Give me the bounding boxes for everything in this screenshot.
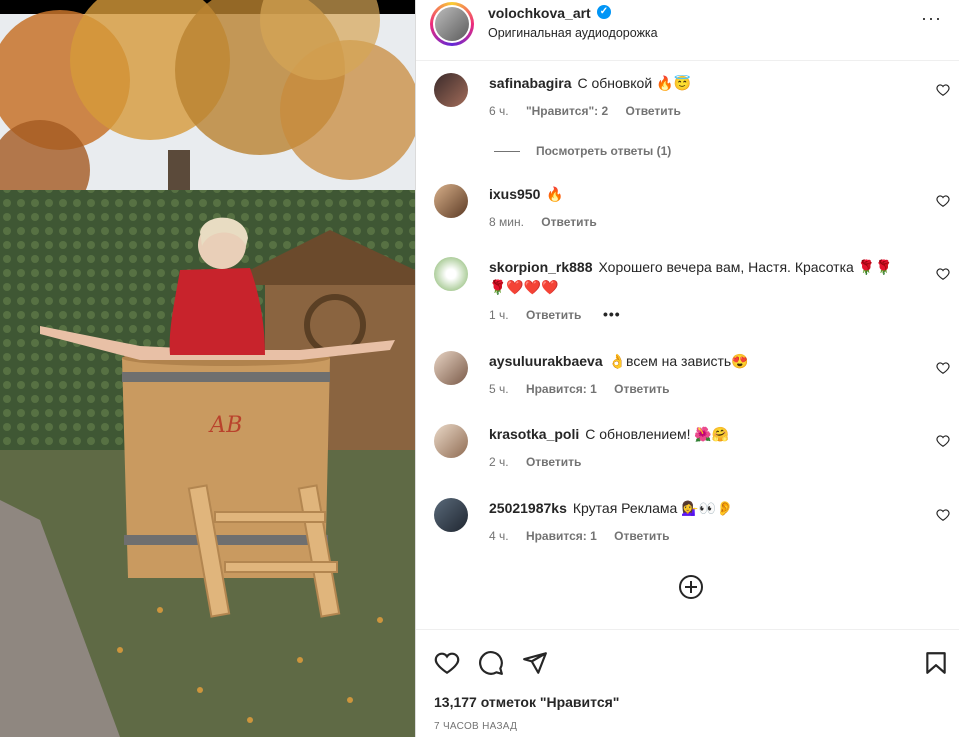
view-replies-button[interactable]: Посмотреть ответы (1)	[494, 144, 671, 158]
commenter-avatar[interactable]	[434, 351, 468, 385]
commenter-avatar[interactable]	[434, 184, 468, 218]
post-header: volochkova_art ✓ Оригинальная аудиодорож…	[416, 0, 959, 61]
reply-button[interactable]: Ответить	[526, 455, 581, 469]
likes-count[interactable]: 13,177 отметок "Нравится"	[434, 694, 619, 710]
save-bookmark-icon[interactable]	[923, 650, 949, 676]
like-comment-heart-icon[interactable]	[936, 267, 950, 281]
comment-meta: 8 мин. Ответить	[489, 215, 611, 229]
reply-button[interactable]: Ответить	[526, 308, 581, 322]
reply-button[interactable]: Ответить	[541, 215, 596, 229]
comments-list: safinabagira С обновкой 🔥😇 6 ч. "Нравится…	[416, 61, 959, 629]
comment-meta: 5 ч. Нравится: 1 Ответить	[489, 382, 684, 396]
comment-text: safinabagira С обновкой 🔥😇	[489, 73, 909, 93]
comment-body: С обновлением! 🌺🤗	[585, 426, 730, 442]
comment-time: 5 ч.	[489, 382, 509, 396]
comment-body: 👌всем на зависть😍	[608, 353, 749, 369]
view-replies-label: Посмотреть ответы (1)	[536, 144, 672, 158]
comment-time: 1 ч.	[489, 308, 509, 322]
comment-meta: 6 ч. "Нравится": 2 Ответить	[489, 104, 695, 118]
comment-bubble-icon[interactable]	[478, 650, 504, 676]
commenter-username[interactable]: ixus950	[489, 186, 540, 202]
verified-badge-icon: ✓	[597, 5, 611, 19]
comment-meta: 1 ч. Ответить	[489, 308, 595, 322]
comment-text: 25021987ks Крутая Реклама 💁‍♀️👀👂	[489, 498, 909, 518]
more-options-button[interactable]: ···	[921, 8, 942, 29]
commenter-username[interactable]: aysuluurakbaeva	[489, 353, 603, 369]
commenter-username[interactable]: krasotka_poli	[489, 426, 579, 442]
comment-text: aysuluurakbaeva 👌всем на зависть😍	[489, 351, 909, 371]
reply-button[interactable]: Ответить	[614, 382, 669, 396]
comment-time: 6 ч.	[489, 104, 509, 118]
comment-likes-count[interactable]: "Нравится": 2	[526, 104, 608, 118]
wooden-bath-barrel: АВ	[122, 350, 330, 578]
comment-time: 2 ч.	[489, 455, 509, 469]
audio-track-link[interactable]: Оригинальная аудиодорожка	[488, 26, 658, 40]
comment-body: Крутая Реклама 💁‍♀️👀👂	[572, 500, 734, 516]
comment-likes-count[interactable]: Нравится: 1	[526, 382, 597, 396]
comment-meta: 4 ч. Нравится: 1 Ответить	[489, 529, 684, 543]
comment-likes-count[interactable]: Нравится: 1	[526, 529, 597, 543]
comment-text: ixus950 🔥	[489, 184, 909, 204]
comment-time: 4 ч.	[489, 529, 509, 543]
commenter-username[interactable]: safinabagira	[489, 75, 571, 91]
reply-button[interactable]: Ответить	[614, 529, 669, 543]
commenter-avatar[interactable]	[434, 424, 468, 458]
commenter-username[interactable]: 25021987ks	[489, 500, 567, 516]
comment-meta: 2 ч. Ответить	[489, 455, 595, 469]
post-timestamp[interactable]: 7 ЧАСОВ НАЗАД	[434, 721, 517, 732]
reply-button[interactable]: Ответить	[625, 104, 680, 118]
commenter-avatar[interactable]	[434, 73, 468, 107]
comment-text: krasotka_poli С обновлением! 🌺🤗	[489, 424, 909, 444]
media-illustration: АВ	[0, 0, 415, 737]
comment-options-button[interactable]: •••	[603, 306, 621, 322]
comment-text: skorpion_rk888 Хорошего вечера вам, Настя…	[489, 257, 909, 297]
comment-body: 🔥	[546, 186, 564, 202]
like-comment-heart-icon[interactable]	[936, 194, 950, 208]
post-actions: 13,177 отметок "Нравится" 7 ЧАСОВ НАЗАД	[416, 629, 959, 738]
like-comment-heart-icon[interactable]	[936, 83, 950, 97]
like-comment-heart-icon[interactable]	[936, 361, 950, 375]
post-media[interactable]: АВ	[0, 0, 415, 737]
load-more-comments-icon[interactable]	[678, 574, 704, 600]
like-heart-icon[interactable]	[434, 650, 460, 676]
barrel-monogram: АВ	[208, 413, 243, 438]
like-comment-heart-icon[interactable]	[936, 434, 950, 448]
commenter-avatar[interactable]	[434, 498, 468, 532]
author-username[interactable]: volochkova_art	[488, 5, 591, 21]
post-panel: volochkova_art ✓ Оригинальная аудиодорож…	[415, 0, 959, 737]
comment-body: С обновкой 🔥😇	[577, 75, 691, 91]
author-avatar[interactable]	[430, 2, 474, 46]
share-paper-plane-icon[interactable]	[522, 650, 548, 676]
commenter-username[interactable]: skorpion_rk888	[489, 259, 593, 275]
like-comment-heart-icon[interactable]	[936, 508, 950, 522]
commenter-avatar[interactable]	[434, 257, 468, 291]
comment-time: 8 мин.	[489, 215, 524, 229]
